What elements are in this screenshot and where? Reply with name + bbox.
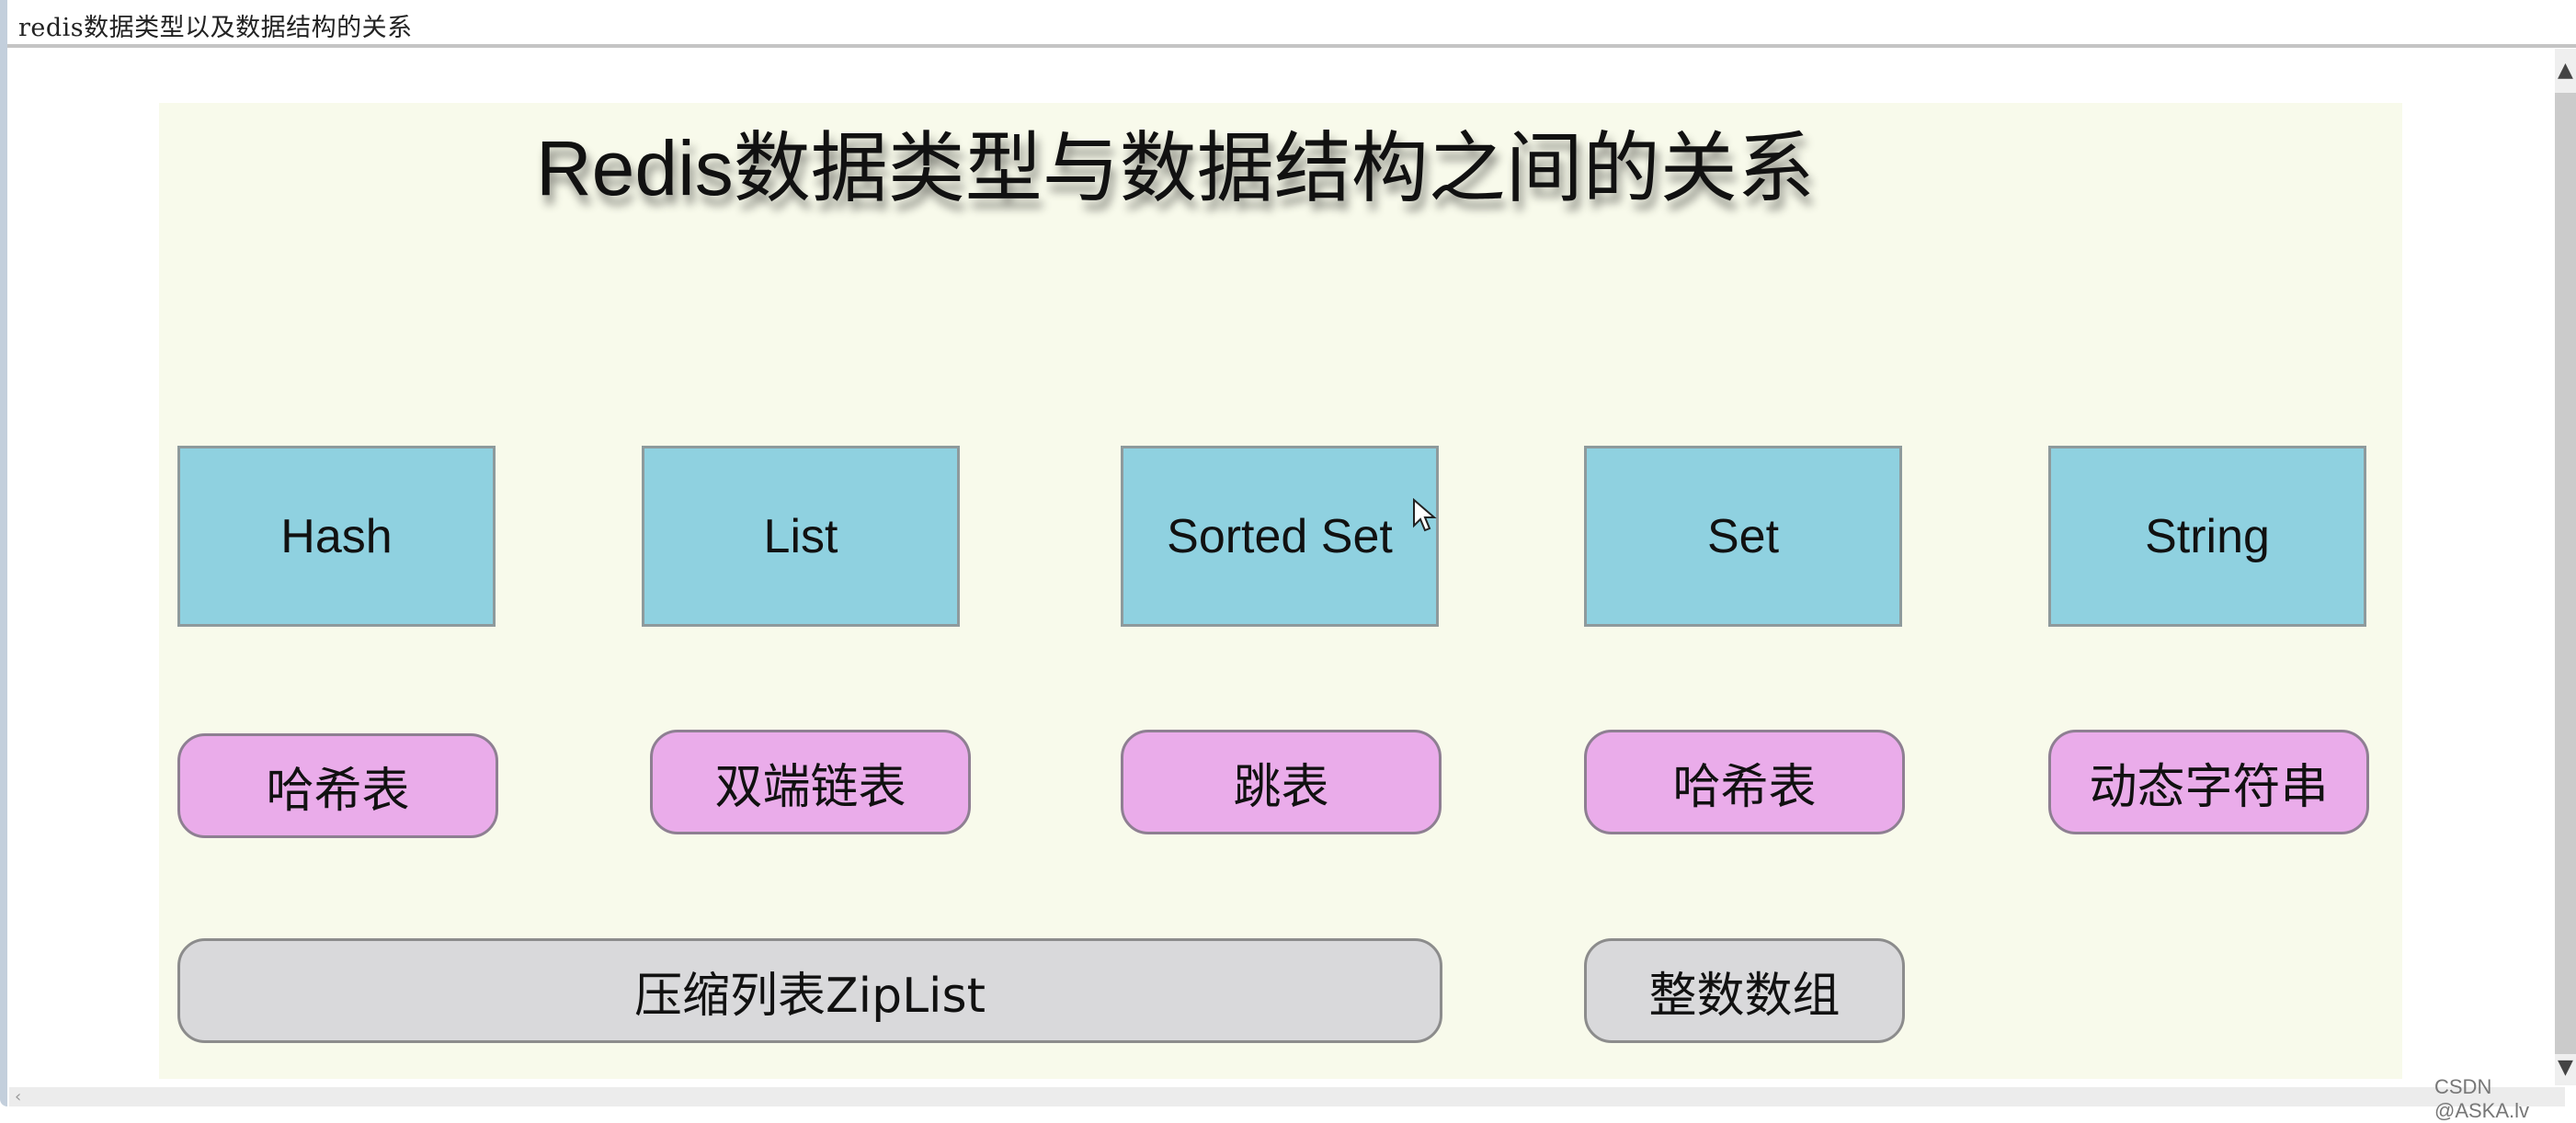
data-type-set: Set xyxy=(1584,446,1902,627)
data-type-hash: Hash xyxy=(177,446,496,627)
slide-title: Redis数据类型与数据结构之间的关系 xyxy=(536,125,1815,211)
vertical-scroll-thumb[interactable] xyxy=(2555,93,2576,1054)
structure-hash-table: 哈希表 xyxy=(177,733,498,838)
window-left-border xyxy=(0,0,7,1106)
data-type-sorted-set: Sorted Set xyxy=(1121,446,1439,627)
mouse-cursor-icon xyxy=(1413,498,1437,532)
structure-linked-list: 双端链表 xyxy=(650,730,971,834)
window-title: redis数据类型以及数据结构的关系 xyxy=(18,14,413,42)
structure-dynamic-string: 动态字符串 xyxy=(2048,730,2369,834)
structure-ziplist: 压缩列表ZipList xyxy=(177,938,1442,1043)
vertical-scrollbar[interactable]: ▲ ▼ xyxy=(2555,49,2576,1085)
structure-int-array: 整数数组 xyxy=(1584,938,1905,1043)
scroll-up-icon[interactable]: ▲ xyxy=(2555,49,2576,93)
horizontal-scrollbar[interactable]: ‹ xyxy=(9,1087,2565,1106)
structure-skip-list: 跳表 xyxy=(1121,730,1442,834)
data-type-list: List xyxy=(642,446,960,627)
watermark: CSDN @ASKA.lv xyxy=(2434,1075,2530,1122)
diagram-slide: Redis数据类型与数据结构之间的关系 Hash List Sorted Set… xyxy=(159,103,2402,1079)
window-title-bar: redis数据类型以及数据结构的关系 xyxy=(7,0,2576,48)
scroll-left-icon[interactable]: ‹ xyxy=(15,1087,21,1106)
structure-hash-table-set: 哈希表 xyxy=(1584,730,1905,834)
data-type-string: String xyxy=(2048,446,2366,627)
